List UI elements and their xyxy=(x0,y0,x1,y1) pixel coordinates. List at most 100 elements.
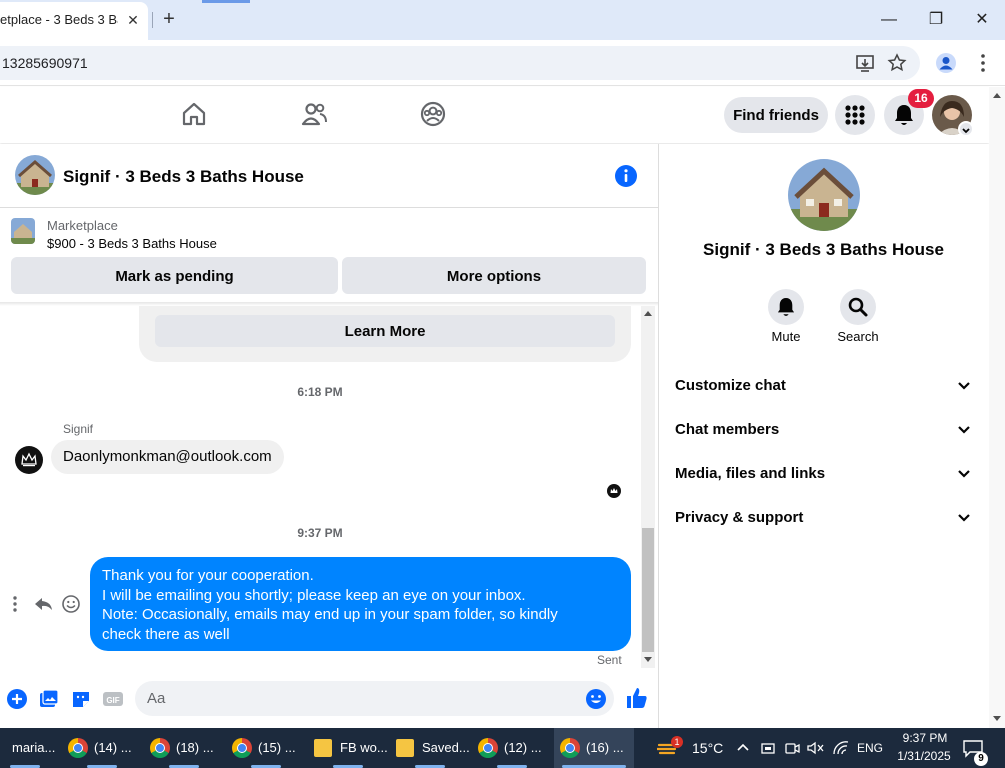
react-smiley-icon[interactable] xyxy=(61,594,81,614)
browser-profile-icon[interactable] xyxy=(935,52,957,74)
window-close-icon[interactable]: ✕ xyxy=(970,8,994,32)
scroll-up-arrow-icon[interactable] xyxy=(643,309,653,317)
minimize-icon[interactable]: — xyxy=(877,8,901,32)
gif-icon[interactable]: GIF xyxy=(102,688,124,710)
received-message-bubble[interactable]: Daonlymonkman@outlook.com xyxy=(51,440,284,474)
customize-chat-section[interactable]: Customize chat xyxy=(675,375,975,399)
sent-message-line: Thank you for your cooperation. xyxy=(102,567,314,584)
url-text[interactable]: 13285690971 xyxy=(2,55,202,73)
taskbar-app-label: FB wo... xyxy=(340,740,388,755)
taskbar-app-label: (12) ... xyxy=(504,740,542,755)
section-label: Media, files and links xyxy=(675,465,826,482)
section-label: Chat members xyxy=(675,421,780,438)
sent-status: Sent xyxy=(597,653,622,667)
find-friends-button[interactable]: Find friends xyxy=(724,97,828,133)
taskbar-app-item[interactable]: maria... xyxy=(0,728,58,768)
show-hidden-icons-chevron-icon[interactable] xyxy=(736,741,750,753)
home-icon[interactable] xyxy=(180,100,208,128)
chrome-icon xyxy=(232,738,252,758)
tab-title: etplace - 3 Beds 3 Bat xyxy=(0,12,118,27)
taskbar-folder-window[interactable]: Saved... xyxy=(390,728,470,768)
mark-as-pending-button[interactable]: Mark as pending xyxy=(11,257,338,294)
tab-close-icon[interactable]: ✕ xyxy=(123,10,143,30)
taskbar-app-label: (15) ... xyxy=(258,740,296,755)
sent-message-line: Note: Occasionally, emails may end up in… xyxy=(102,606,558,623)
browser-tab-bar xyxy=(0,0,1005,40)
browser-menu-icon[interactable] xyxy=(972,52,994,74)
message-input[interactable] xyxy=(135,681,614,716)
clock-date[interactable]: 1/31/2025 xyxy=(894,749,954,763)
notification-count-badge: 16 xyxy=(908,89,934,108)
taskbar-chrome-window[interactable]: (12) ... xyxy=(472,728,552,768)
sent-message-line: check there as well xyxy=(102,625,230,643)
media-files-links-section[interactable]: Media, files and links xyxy=(675,463,975,487)
tab-hover-indicator xyxy=(202,0,250,3)
more-options-button[interactable]: More options xyxy=(342,257,646,294)
chrome-icon xyxy=(560,738,580,758)
weather-temperature[interactable]: 15°C xyxy=(692,740,723,756)
taskbar-app-label: maria... xyxy=(12,740,56,755)
groups-icon[interactable] xyxy=(419,100,447,128)
taskbar-chrome-window[interactable]: (14) ... xyxy=(62,728,142,768)
taskbar-app-label: (16) ... xyxy=(586,740,624,755)
taskbar-app-label: Saved... xyxy=(422,740,470,755)
scroll-down-arrow-icon[interactable] xyxy=(643,656,653,664)
chat-listing-avatar[interactable] xyxy=(15,155,55,195)
privacy-support-section[interactable]: Privacy & support xyxy=(675,507,975,531)
meet-now-icon[interactable] xyxy=(784,740,800,756)
account-chevron-icon[interactable] xyxy=(958,121,974,137)
thumbs-up-icon[interactable] xyxy=(625,686,649,710)
chevron-down-icon xyxy=(958,382,970,390)
learn-more-button[interactable]: Learn More xyxy=(155,315,615,347)
bookmark-star-icon[interactable] xyxy=(886,52,908,74)
page-scrollbar[interactable] xyxy=(989,87,1005,728)
install-app-icon[interactable] xyxy=(854,52,876,74)
svg-text:GIF: GIF xyxy=(106,696,119,705)
chat-title[interactable]: Signif · 3 Beds 3 Baths House xyxy=(63,167,304,187)
chevron-down-icon xyxy=(958,470,970,478)
wifi-icon[interactable] xyxy=(832,740,850,756)
panel-listing-avatar[interactable] xyxy=(788,159,860,231)
new-tab-plus-icon[interactable]: + xyxy=(158,8,180,30)
notification-center-badge: 9 xyxy=(974,752,988,766)
photo-icon[interactable] xyxy=(38,688,60,710)
more-actions-icon[interactable] xyxy=(5,594,25,614)
chat-scrollbar-thumb[interactable] xyxy=(642,528,654,652)
taskbar-chrome-window[interactable]: (18) ... xyxy=(144,728,224,768)
mute-label: Mute xyxy=(771,329,801,344)
search-label: Search xyxy=(837,329,879,344)
message-timestamp: 6:18 PM xyxy=(297,385,343,399)
emoji-icon[interactable] xyxy=(585,688,607,710)
listing-thumbnail[interactable] xyxy=(11,218,35,244)
house-photo xyxy=(15,155,55,195)
menu-button[interactable] xyxy=(835,95,875,135)
input-language[interactable]: ENG xyxy=(857,741,883,755)
mute-button[interactable] xyxy=(768,289,804,325)
seen-by-avatar xyxy=(607,484,621,498)
speaker-muted-icon[interactable] xyxy=(806,740,824,756)
taskbar-chrome-window-active[interactable]: (16) ... xyxy=(554,728,634,768)
house-photo xyxy=(788,159,860,231)
chat-members-section[interactable]: Chat members xyxy=(675,419,975,443)
section-label: Customize chat xyxy=(675,377,786,394)
page-scroll-up-icon[interactable] xyxy=(992,91,1002,99)
page-scroll-down-icon[interactable] xyxy=(992,715,1002,723)
reply-icon[interactable] xyxy=(33,594,53,614)
sent-message-bubble[interactable]: Thank you for your cooperation. I will b… xyxy=(90,557,631,651)
info-icon[interactable] xyxy=(614,164,638,188)
chrome-icon xyxy=(68,738,88,758)
taskbar-folder-window[interactable]: FB wo... xyxy=(308,728,388,768)
search-button[interactable] xyxy=(840,289,876,325)
tab-separator xyxy=(152,12,153,28)
taskbar-chrome-window[interactable]: (15) ... xyxy=(226,728,306,768)
listing-price-title[interactable]: $900 - 3 Beds 3 Baths House xyxy=(47,236,217,251)
restore-icon[interactable]: ❐ xyxy=(924,8,948,32)
friends-icon[interactable] xyxy=(300,100,328,128)
network-device-icon[interactable] xyxy=(760,740,776,756)
sticker-icon[interactable] xyxy=(70,688,92,710)
add-plus-icon[interactable] xyxy=(6,688,28,710)
clock-time[interactable]: 9:37 PM xyxy=(898,731,952,745)
sender-avatar[interactable] xyxy=(15,446,43,474)
folder-icon xyxy=(314,739,332,757)
crown-logo-icon xyxy=(21,452,37,467)
